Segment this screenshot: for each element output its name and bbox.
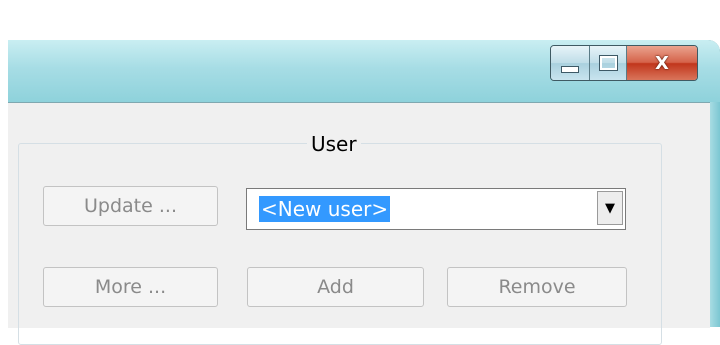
update-button[interactable]: Update ...	[43, 186, 218, 226]
maximize-button[interactable]	[590, 46, 627, 80]
close-icon: X	[655, 52, 669, 74]
more-button[interactable]: More ...	[43, 267, 218, 307]
title-bar[interactable]: X	[8, 40, 720, 102]
dropdown-arrow-icon[interactable]: ▼	[597, 191, 623, 225]
minimize-icon	[561, 65, 579, 73]
window-frame-right	[710, 102, 720, 327]
user-combo-value: <New user>	[259, 196, 391, 222]
user-group-label: User	[307, 132, 361, 156]
user-groupbox: User	[18, 132, 662, 345]
caption-buttons: X	[550, 45, 698, 81]
maximize-icon	[599, 56, 617, 70]
close-button[interactable]: X	[627, 46, 697, 80]
user-combo[interactable]: <New user> ▼	[246, 188, 626, 230]
add-button[interactable]: Add	[247, 267, 424, 307]
remove-button[interactable]: Remove	[447, 267, 627, 307]
minimize-button[interactable]	[551, 46, 590, 80]
